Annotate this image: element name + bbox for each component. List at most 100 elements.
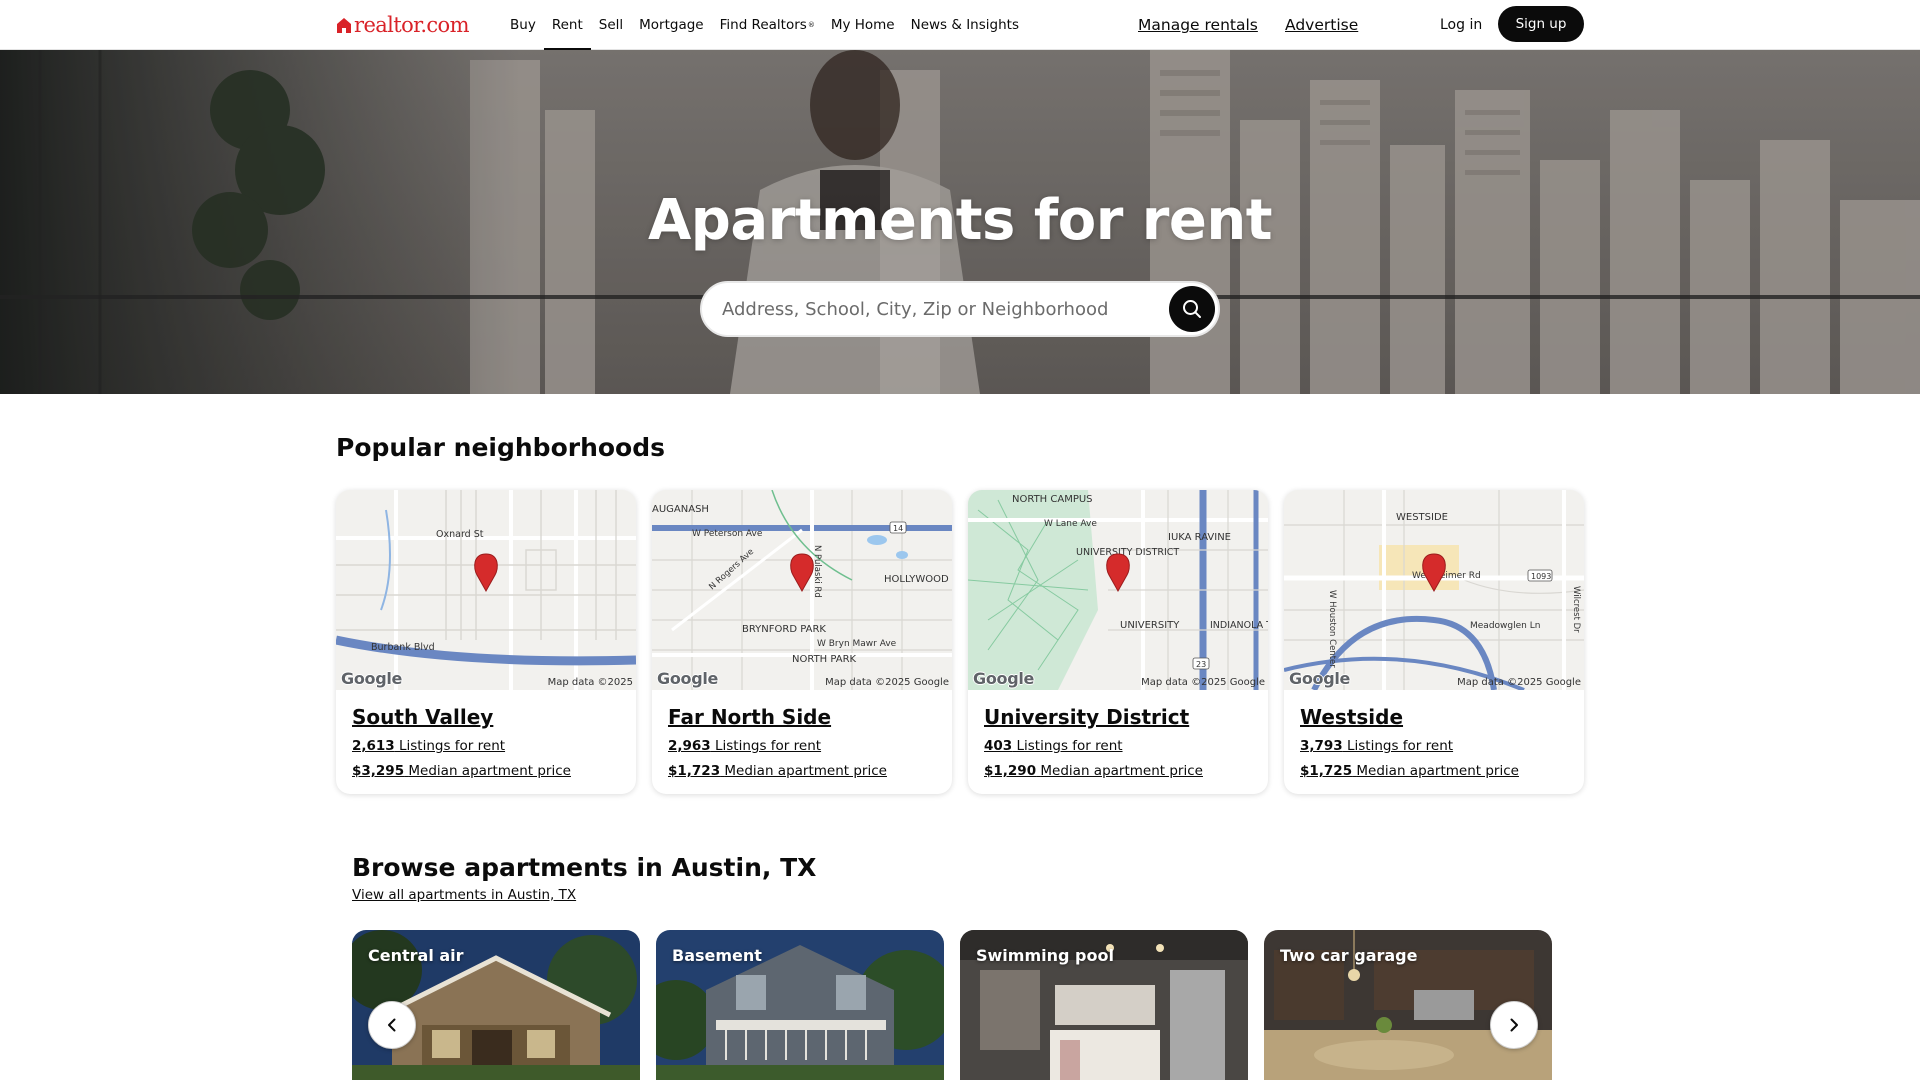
nav-find-realtors-label: Find Realtors [719,17,807,33]
signup-button[interactable]: Sign up [1498,6,1584,42]
listings-count: 3,793 [1300,738,1343,754]
carousel-prev-button[interactable] [368,1001,416,1049]
map-label: IUKA RAVINE [1168,532,1231,543]
amenity-tile-basement[interactable]: Basement [656,930,944,1080]
map-credit: Map data ©2025 Google [1457,677,1581,688]
neighborhood-map: 1093 WESTSIDE Westheimer Rd W Houston Ce… [1284,490,1584,690]
amenity-carousel: Central air Basement Swimming pool Two c… [352,930,1552,1080]
map-label: Meadowglen Ln [1470,621,1540,631]
logo-text: realtor.com [354,13,470,37]
median-label: Median apartment price [408,763,571,779]
amenity-label: Central air [368,946,464,965]
map-label: Burbank Blvd [371,642,435,653]
nav-sell[interactable]: Sell [599,0,623,50]
search-button[interactable] [1169,286,1215,332]
map-credit: Map data ©2025 [547,677,633,688]
google-logo: Google [973,669,1035,688]
map-label: Wilcrest Dr [1571,586,1581,633]
carousel-next-button[interactable] [1490,1001,1538,1049]
map-label: INDIANOLA TERRACE [1210,620,1268,631]
browse-title: Browse apartments in Austin, TX [352,853,817,882]
amenity-tile-swimming-pool[interactable]: Swimming pool [960,930,1248,1080]
advertise-link[interactable]: Advertise [1285,13,1358,37]
amenity-label: Two car garage [1280,946,1418,965]
nav-my-home[interactable]: My Home [831,0,895,50]
map-graphic: Oxnard St Burbank Blvd [336,490,636,690]
nav-rent[interactable]: Rent [543,0,591,50]
map-label: NORTH PARK [792,654,857,665]
house-logo-icon [337,17,351,33]
registered-mark: ® [807,21,815,29]
neighborhood-cards: Oxnard St Burbank Blvd Google Map data ©… [336,490,1585,794]
chevron-right-icon [1510,1018,1518,1032]
listings-count-link[interactable]: 2,963 Listings for rent [668,737,821,755]
map-label: W Peterson Ave [692,529,763,539]
map-label: 1093 [1531,572,1551,581]
map-label: Oxnard St [436,529,484,540]
hero-banner: Apartments for rent [0,50,1920,394]
median-price-link[interactable]: $1,725 Median apartment price [1300,762,1519,780]
median-price: $1,725 [1300,763,1353,779]
listings-count: 2,963 [668,738,711,754]
map-label: UNIVERSITY DISTRICT [1076,547,1179,558]
google-logo: Google [341,669,403,688]
neighborhood-card-university-district[interactable]: 23 NORTH CAMPUS W Lane Ave IUKA RAVINE U… [968,490,1268,794]
listings-count-link[interactable]: 3,793 Listings for rent [1300,737,1453,755]
nav-mortgage[interactable]: Mortgage [639,0,703,50]
main-nav: Buy Rent Sell Mortgage Find Realtors ® My… [502,0,1027,50]
map-label: AUGANASH [652,504,709,515]
google-logo: Google [1289,669,1351,688]
neighborhood-card-south-valley[interactable]: Oxnard St Burbank Blvd Google Map data ©… [336,490,636,794]
neighborhood-name[interactable]: Westside [1300,704,1403,730]
map-label: HOLLYWOOD PARK [884,574,952,585]
view-all-apartments-link[interactable]: View all apartments in Austin, TX [352,886,576,904]
median-price: $1,723 [668,763,721,779]
listings-count-link[interactable]: 2,613 Listings for rent [352,737,505,755]
search-input[interactable] [722,283,1152,335]
nav-buy[interactable]: Buy [510,0,536,50]
neighborhood-map: 23 NORTH CAMPUS W Lane Ave IUKA RAVINE U… [968,490,1268,690]
map-label: W Bryn Mawr Ave [817,639,897,649]
median-price: $3,295 [352,763,405,779]
nav-find-realtors[interactable]: Find Realtors ® [720,0,815,50]
map-label: 14 [893,524,903,533]
nav-news-insights-label: News & Insights [910,17,1019,33]
map-label: 23 [1196,660,1206,669]
neighborhood-map: Oxnard St Burbank Blvd Google Map data ©… [336,490,636,690]
realtor-logo[interactable]: realtor.com [336,13,470,37]
map-graphic: 14 AUGANASH W Peterson Ave N Rogers Ave … [652,490,952,690]
popular-neighborhoods-title: Popular neighborhoods [336,433,666,462]
listings-count: 2,613 [352,738,395,754]
search-icon [1183,300,1201,318]
amenity-label: Basement [672,946,762,965]
amenity-label: Swimming pool [976,946,1114,965]
listings-count: 403 [984,738,1013,754]
neighborhood-card-westside[interactable]: 1093 WESTSIDE Westheimer Rd W Houston Ce… [1284,490,1584,794]
search-bar [700,281,1220,337]
median-price-link[interactable]: $1,723 Median apartment price [668,762,887,780]
median-price-link[interactable]: $1,290 Median apartment price [984,762,1203,780]
nav-rent-label: Rent [551,17,583,33]
listings-count-link[interactable]: 403 Listings for rent [984,737,1123,755]
nav-mortgage-label: Mortgage [639,17,704,33]
map-label: UNIVERSITY [1120,620,1180,631]
neighborhood-name[interactable]: South Valley [352,704,493,730]
login-link[interactable]: Log in [1440,13,1482,37]
map-credit: Map data ©2025 Google [1141,677,1265,688]
median-label: Median apartment price [724,763,887,779]
map-label: N Pulaski Rd [812,545,822,598]
neighborhood-map: 14 AUGANASH W Peterson Ave N Rogers Ave … [652,490,952,690]
map-credit: Map data ©2025 Google [825,677,949,688]
neighborhood-name[interactable]: University District [984,704,1189,730]
nav-news-insights[interactable]: News & Insights [911,0,1019,50]
map-label: W Lane Ave [1044,519,1097,529]
manage-rentals-link[interactable]: Manage rentals [1138,13,1258,37]
nav-sell-label: Sell [598,17,624,33]
nav-buy-label: Buy [510,17,536,33]
neighborhood-name[interactable]: Far North Side [668,704,831,730]
neighborhood-card-far-north-side[interactable]: 14 AUGANASH W Peterson Ave N Rogers Ave … [652,490,952,794]
nav-my-home-label: My Home [830,17,895,33]
map-graphic: 23 NORTH CAMPUS W Lane Ave IUKA RAVINE U… [968,490,1268,690]
chevron-left-icon [388,1018,396,1032]
median-price-link[interactable]: $3,295 Median apartment price [352,762,571,780]
